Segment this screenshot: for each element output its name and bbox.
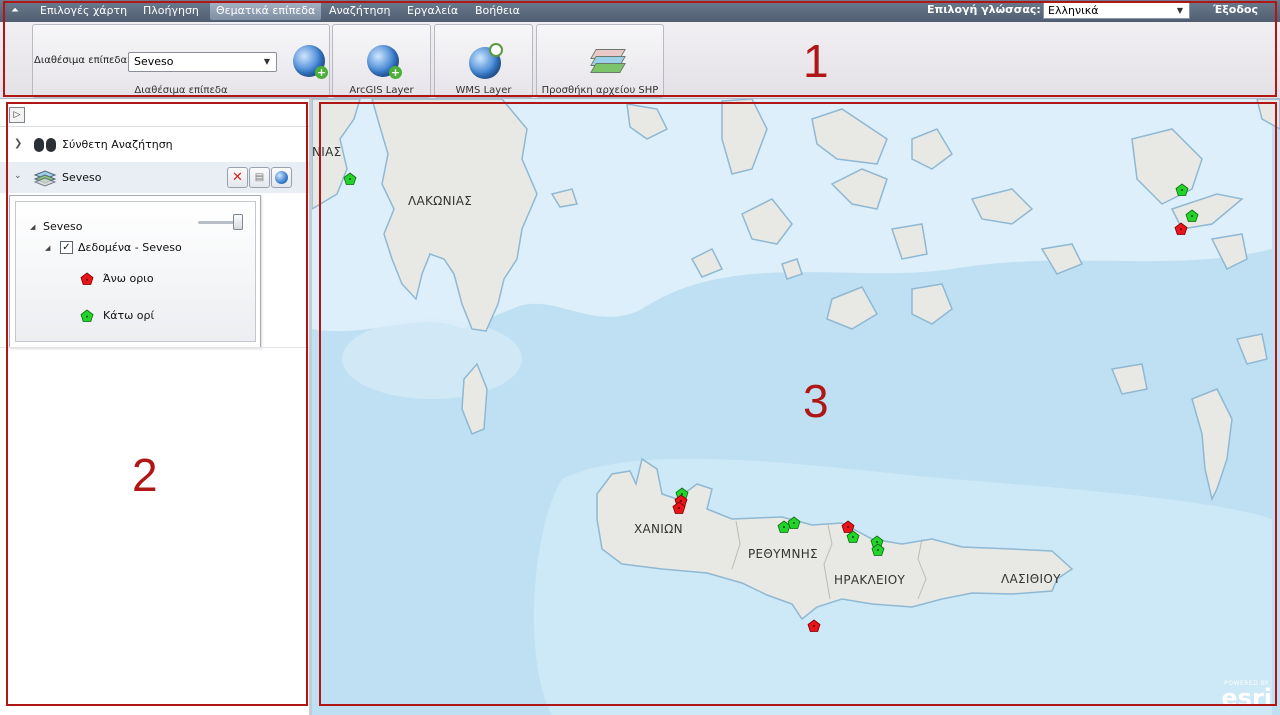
- annotation-number-2: 2: [132, 449, 158, 501]
- annotation-box-map: [319, 102, 1277, 706]
- annotation-number-3: 3: [803, 375, 829, 427]
- annotation-number-1: 1: [803, 35, 829, 87]
- annotation-box-ribbon: [3, 1, 1277, 97]
- app-window: ⏶ Επιλογές χάρτη Πλοήγηση Θεματικά επίπε…: [0, 0, 1280, 715]
- annotation-box-panel: [6, 102, 308, 706]
